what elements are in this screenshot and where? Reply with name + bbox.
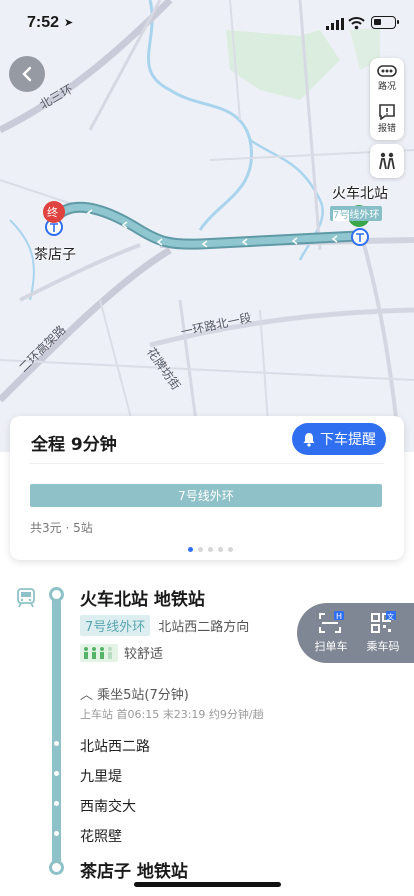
end-station-label[interactable]: 茶店子	[34, 244, 76, 264]
stop-node	[54, 831, 59, 836]
home-indicator[interactable]	[134, 882, 281, 887]
total-time: 全程 9分钟	[31, 435, 117, 455]
report-icon	[379, 104, 395, 120]
start-node	[49, 587, 64, 602]
line-bar-label: 7号线外环	[178, 489, 234, 503]
walk-mode-button[interactable]	[370, 144, 404, 178]
traffic-label: 路况	[377, 82, 396, 92]
page-indicator[interactable]	[188, 547, 233, 552]
direction-row: 7号线外环 北站西二路方向	[80, 615, 249, 636]
map-tool-panel: 路况 报错	[370, 58, 404, 140]
comfort-text: 较舒适	[124, 647, 164, 662]
stop-node	[54, 741, 59, 746]
page-dot[interactable]	[208, 547, 213, 552]
stop-item: 北站西二路	[80, 739, 150, 755]
report-button[interactable]: 报错	[370, 104, 404, 134]
end-node	[49, 860, 64, 875]
scan-bike-button[interactable]: H 扫单车	[309, 611, 353, 654]
stop-node	[54, 801, 59, 806]
bell-icon	[303, 432, 315, 447]
page-dot[interactable]	[198, 547, 203, 552]
status-time: 7:52	[27, 14, 60, 31]
scan-bike-label: 扫单车	[314, 640, 348, 653]
stop-item: 九里堤	[80, 769, 122, 785]
qr-code-icon: 文	[371, 611, 396, 633]
line-tag-map: 7号线外环	[330, 206, 383, 221]
start-station-name[interactable]: 火车北站 地铁站	[80, 585, 205, 610]
page-dot[interactable]	[218, 547, 223, 552]
scan-panel: H 扫单车 文 乘车码	[297, 603, 414, 663]
alight-alarm-button[interactable]: 下车提醒	[292, 423, 386, 455]
h-badge: H	[336, 612, 342, 621]
battery-icon	[371, 16, 399, 29]
back-button[interactable]	[9, 56, 45, 92]
ride-toggle[interactable]: ︿ 乘坐5站(7分钟)	[80, 684, 189, 703]
end-badge: 终	[47, 206, 58, 219]
end-station-name[interactable]: 茶店子 地铁站	[80, 857, 188, 882]
schedule-times: 上车站 首06:15 末23:19 约9分钟/趟	[80, 708, 264, 721]
direction-text: 北站西二路方向	[158, 620, 250, 635]
fare-stops: 共3元 · 5站	[30, 521, 93, 535]
divider	[30, 463, 384, 464]
report-label: 报错	[377, 124, 396, 134]
status-bar: 7:52 ➤	[0, 0, 414, 46]
people-icon	[379, 152, 395, 170]
alight-alarm-label: 下车提醒	[320, 432, 376, 448]
stop-item: 西南交大	[80, 799, 136, 815]
page-dot[interactable]	[188, 547, 193, 552]
chevron-left-icon	[22, 66, 32, 82]
route-summary-card[interactable]: 全程 9分钟 下车提醒 7号线外环 共3元 · 5站	[10, 416, 404, 560]
signal-icon	[326, 18, 344, 30]
location-arrow-icon: ➤	[64, 16, 74, 29]
comfort-row: 较舒适	[80, 643, 163, 662]
ride-code-button[interactable]: 文 乘车码	[361, 611, 405, 654]
map-canvas	[0, 0, 414, 452]
stop-node	[54, 771, 59, 776]
metro-icon	[17, 588, 35, 608]
map-view[interactable]: 终 起 火车北站 茶店子 7号线外环 北三环 二环高架路 一环路北一段 花牌坊街	[0, 0, 414, 452]
page-dot[interactable]	[228, 547, 233, 552]
wifi-icon	[348, 17, 365, 30]
stop-item: 花照壁	[80, 829, 122, 845]
scan-icon: H	[319, 611, 344, 633]
route-timeline	[52, 590, 61, 870]
traffic-button[interactable]: 路况	[370, 64, 404, 92]
ride-text: 乘坐5站(7分钟)	[97, 688, 189, 703]
line-tag[interactable]: 7号线外环	[80, 615, 151, 636]
chevron-up-icon: ︿	[80, 688, 94, 703]
traffic-icon	[377, 65, 397, 77]
line-bar: 7号线外环	[30, 484, 382, 507]
ride-code-label: 乘车码	[366, 640, 400, 653]
wen-badge: 文	[387, 612, 394, 621]
crowd-icon	[80, 643, 118, 662]
start-station-label[interactable]: 火车北站	[332, 183, 388, 203]
